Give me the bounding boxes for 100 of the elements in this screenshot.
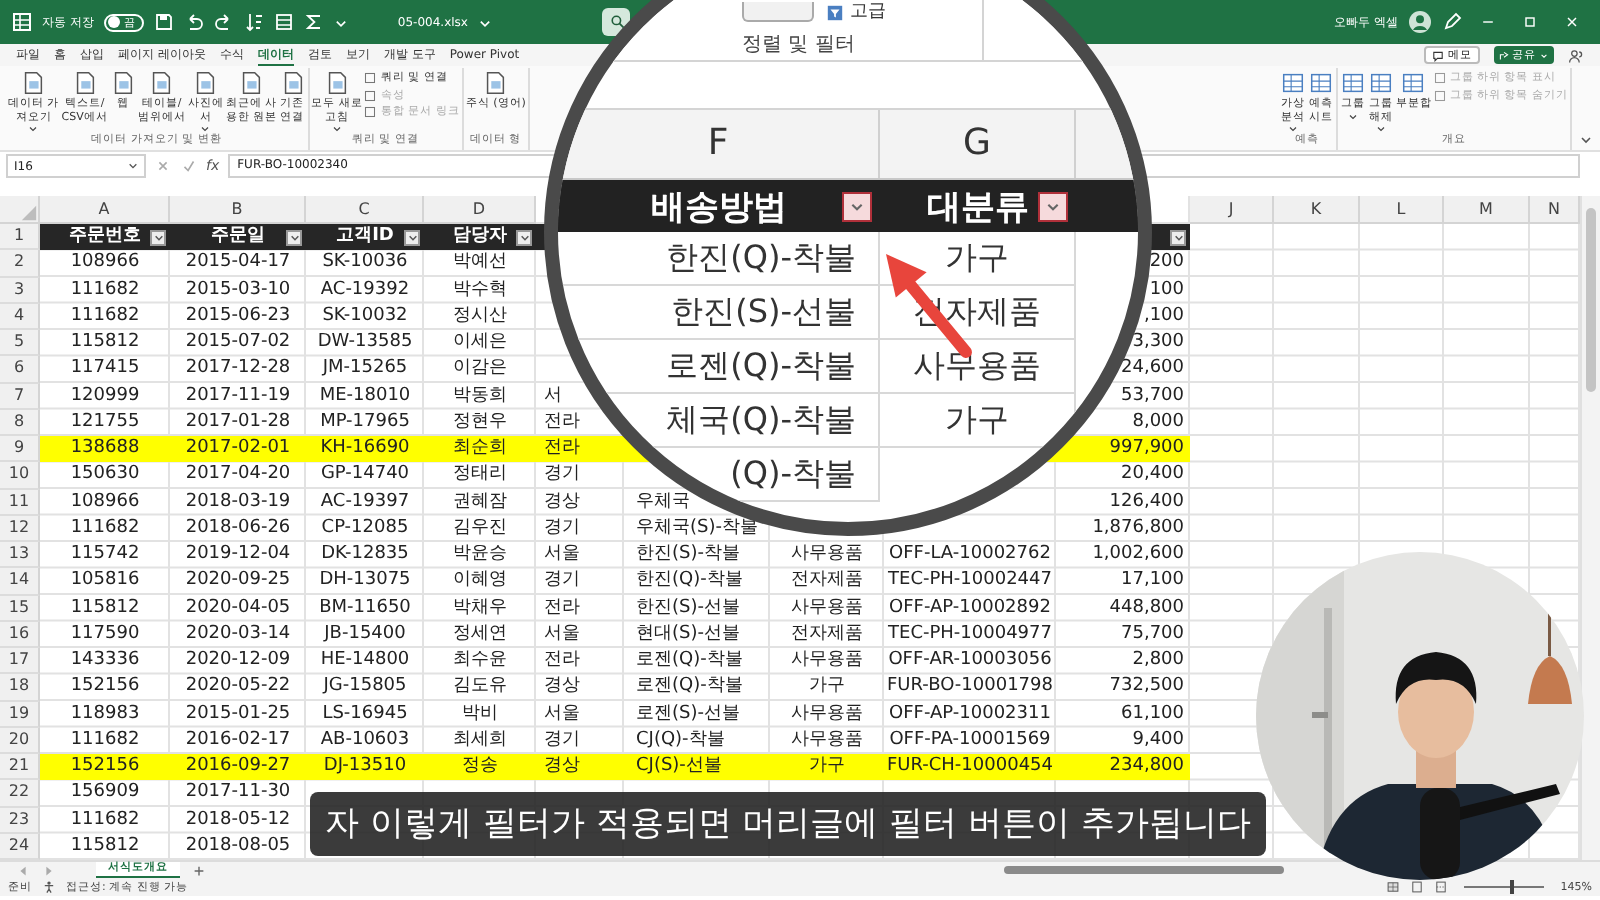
row-number[interactable]: 22 <box>0 780 40 807</box>
table-cell-text: 100 <box>1147 277 1186 303</box>
row-number[interactable]: 24 <box>0 833 40 860</box>
caret-icon <box>331 126 342 132</box>
table-cell-text: 한진(S)-착불 <box>634 542 742 568</box>
table-cell-text: 2015-07-02 <box>183 330 293 356</box>
table-cell-text: 경기 <box>542 568 582 595</box>
row-number[interactable]: 3 <box>0 277 40 304</box>
table-cell: FUR-CH-10000454 <box>884 754 1056 781</box>
filter-dropdown-button[interactable] <box>516 230 532 246</box>
scrollbar-thumb[interactable] <box>1586 208 1596 392</box>
add-icon[interactable] <box>192 863 206 877</box>
filter-dropdown-button[interactable] <box>1038 192 1068 222</box>
row-number[interactable]: 4 <box>0 303 40 330</box>
filter-dropdown-button[interactable] <box>842 192 872 222</box>
normal-view-icon[interactable] <box>1386 880 1401 894</box>
row-number[interactable]: 2 <box>0 250 40 277</box>
row-number[interactable]: 10 <box>0 462 40 489</box>
column-header[interactable]: N <box>1530 196 1580 224</box>
column-header[interactable]: J <box>1190 196 1274 224</box>
row-number[interactable]: 17 <box>0 648 40 675</box>
row-number[interactable]: 14 <box>0 568 40 595</box>
row-number[interactable]: 1 <box>0 224 40 251</box>
table-cell-text: 3,300 <box>1130 330 1186 356</box>
table-cell-text: 정세연 <box>451 621 509 648</box>
table-cell: DJ-13510 <box>306 754 424 781</box>
save-icon[interactable] <box>153 12 174 32</box>
row-number[interactable]: 9 <box>0 436 40 463</box>
row-number[interactable]: 18 <box>0 674 40 701</box>
column-header[interactable]: B <box>170 196 306 224</box>
table-cell-text: 2015-06-23 <box>183 303 293 330</box>
table-cell-text: 200 <box>1147 250 1186 277</box>
caret-icon[interactable] <box>477 15 492 29</box>
table-cell-text: 박예선 <box>451 250 509 277</box>
row-number[interactable]: 7 <box>0 383 40 410</box>
table-cell-text: 2017-11-30 <box>183 780 293 807</box>
scrollbar-track[interactable] <box>1580 196 1600 860</box>
row-number[interactable]: 16 <box>0 621 40 648</box>
table-cell-text: GP-14740 <box>318 462 412 489</box>
column-header[interactable]: D <box>424 196 536 224</box>
column-header[interactable]: C <box>306 196 424 224</box>
accessibility-icon[interactable] <box>42 880 56 894</box>
sort-icon[interactable] <box>243 12 264 32</box>
table-cell-text: 박채우 <box>451 595 509 621</box>
row-number[interactable]: 23 <box>0 807 40 834</box>
row-number[interactable]: 19 <box>0 701 40 728</box>
header-label: 주문일 <box>211 224 265 250</box>
row-number[interactable]: 13 <box>0 542 40 569</box>
avatar-icon[interactable] <box>1408 10 1432 34</box>
column-header[interactable]: G <box>880 110 1076 178</box>
row-number[interactable]: 11 <box>0 489 40 516</box>
caret-icon <box>1538 49 1550 61</box>
row-number[interactable]: 12 <box>0 515 40 542</box>
table-icon[interactable] <box>273 12 294 32</box>
table-cell-text: 서 <box>542 383 564 409</box>
column-header[interactable]: A <box>40 196 170 224</box>
table-cell-text: 최수윤 <box>451 648 509 674</box>
pen-icon[interactable] <box>1442 12 1462 32</box>
column-header[interactable]: L <box>1360 196 1444 224</box>
filter-dropdown-button[interactable] <box>150 230 166 246</box>
column-header[interactable]: F <box>558 110 880 178</box>
filter-dropdown-button[interactable] <box>404 230 420 246</box>
caret-icon[interactable] <box>1580 136 1592 144</box>
sum-icon[interactable] <box>303 12 324 32</box>
table-cell: 로젠(Q)-착불 <box>558 340 880 394</box>
row-number[interactable]: 21 <box>0 754 40 781</box>
advanced-button[interactable]: 고급 <box>826 2 886 22</box>
page-break-icon[interactable] <box>1434 880 1449 894</box>
people-icon[interactable] <box>1568 47 1584 63</box>
table-cell-text: 2018-03-19 <box>183 489 293 515</box>
slider-thumb[interactable] <box>1510 880 1515 894</box>
caret-icon <box>200 126 211 132</box>
caret-icon[interactable] <box>333 15 348 29</box>
filter-dropdown-button[interactable] <box>286 230 302 246</box>
table-cell-text: 사무용품 <box>789 542 865 568</box>
row-number[interactable]: 6 <box>0 356 40 383</box>
table-cell-text: 이감은 <box>451 356 509 383</box>
table-cell-text: 경기 <box>542 515 582 542</box>
table-cell-text: 2017-01-28 <box>183 409 293 436</box>
table-cell: 사무용품 <box>880 340 1076 394</box>
table-cell-text: 2016-02-17 <box>183 727 293 754</box>
scrollbar-thumb[interactable] <box>1004 865 1284 873</box>
redo-icon[interactable] <box>213 12 234 32</box>
page-layout-icon[interactable] <box>1410 880 1425 894</box>
undo-icon[interactable] <box>183 12 204 32</box>
column-header[interactable]: K <box>1274 196 1360 224</box>
row-number[interactable]: 8 <box>0 409 40 436</box>
table-cell-text: TEC-PH-10004977 <box>886 621 1054 648</box>
grid-icon[interactable] <box>12 12 32 32</box>
row-number[interactable]: 5 <box>0 330 40 357</box>
table-cell: 경상 <box>536 754 624 781</box>
row-number[interactable]: 15 <box>0 595 40 622</box>
table-cell-text: FUR-BO-10001798 <box>885 674 1055 701</box>
table-cell-text: 경기 <box>542 727 582 754</box>
table-cell-text: 2015-04-17 <box>183 250 293 277</box>
table-cell-text: 2020-04-05 <box>183 595 293 621</box>
search-field[interactable] <box>601 8 630 36</box>
filter-dropdown-button[interactable] <box>1170 230 1186 246</box>
row-number[interactable]: 20 <box>0 727 40 754</box>
column-header[interactable]: M <box>1444 196 1530 224</box>
